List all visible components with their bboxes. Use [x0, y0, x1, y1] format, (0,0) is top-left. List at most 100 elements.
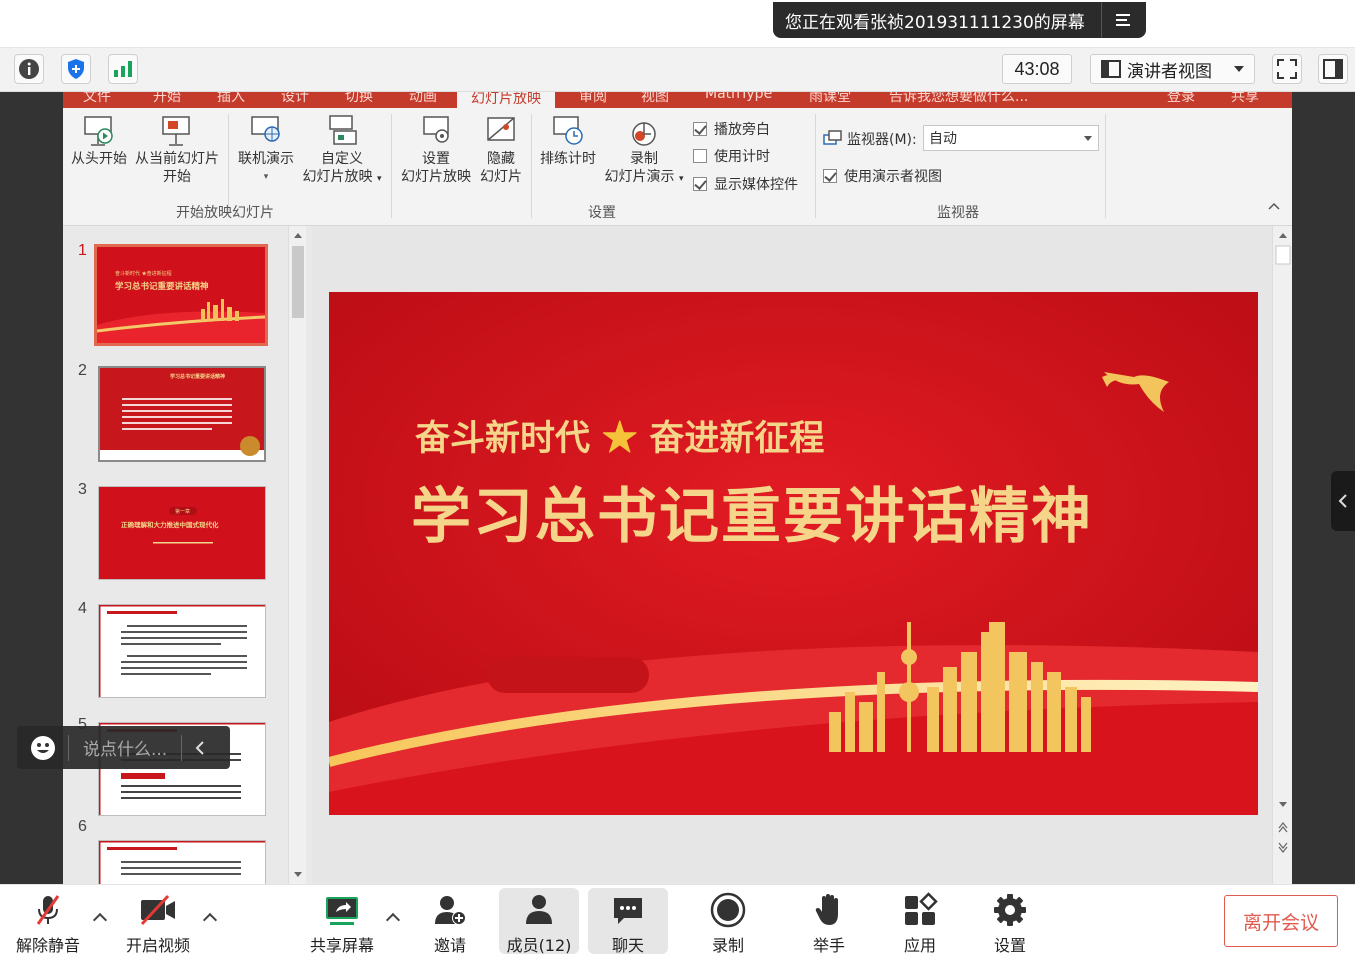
from-current-slide-button[interactable]: 从当前幻灯片 开始 — [133, 114, 221, 186]
slide-subtitle: 奋斗新时代 ★ 奋进新征程 — [415, 410, 824, 461]
custom-slideshow-button[interactable]: 自定义 幻灯片放映 ▾ — [299, 114, 385, 188]
apps-button[interactable]: 应用 — [880, 888, 960, 955]
tab-design[interactable]: 设计 — [281, 92, 309, 106]
dropdown-arrow-icon: ▾ — [678, 174, 684, 184]
checkbox-label: 使用计时 — [714, 149, 770, 165]
presenter-view-icon — [1101, 60, 1121, 78]
tab-insert[interactable]: 插入 — [217, 92, 245, 106]
chat-bubble-icon — [614, 898, 642, 924]
settings-label: 设置 — [993, 936, 1026, 955]
menu-lines-icon[interactable] — [1102, 12, 1146, 28]
group-label-monitors: 监视器 — [937, 205, 979, 221]
slide-scrollbar[interactable] — [1272, 226, 1292, 884]
group-separator — [1105, 114, 1106, 218]
ribbon-tab-bar: 文件 开始 插入 设计 切换 动画 幻灯片放映 审阅 视图 MathType 雨… — [63, 92, 1292, 108]
info-icon[interactable] — [14, 54, 44, 84]
tab-animations[interactable]: 动画 — [409, 92, 437, 106]
sign-in-link[interactable]: 登录 — [1167, 92, 1195, 106]
collapse-ribbon-icon[interactable] — [1267, 198, 1281, 212]
current-slide[interactable]: 奋斗新时代 ★ 奋进新征程 学习总书记重要讲话精神 — [329, 292, 1258, 815]
meeting-timer: 43:08 — [1002, 54, 1072, 84]
slide-thumbnail-6[interactable] — [98, 840, 266, 884]
play-narration-checkbox[interactable]: 播放旁白 — [693, 119, 770, 139]
hide-slide-button[interactable]: 隐藏 幻灯片 — [475, 114, 527, 186]
group-label-setup: 设置 — [588, 205, 616, 221]
sharing-banner: 您正在观看张祯201931111230的屏幕 — [773, 2, 1146, 38]
thumb-3-badge: 第一章 — [175, 508, 190, 515]
tab-review[interactable]: 审阅 — [579, 92, 607, 106]
leave-meeting-button[interactable]: 离开会议 — [1224, 895, 1338, 947]
use-presenter-view-checkbox[interactable]: 使用演示者视图 — [823, 166, 942, 186]
record-slideshow-button[interactable]: 录制 幻灯片演示 ▾ — [601, 114, 687, 188]
tab-view[interactable]: 视图 — [641, 92, 669, 106]
tab-home[interactable]: 开始 — [153, 92, 181, 106]
from-start-button[interactable]: 从头开始 — [69, 114, 129, 168]
share-link[interactable]: 共享 — [1231, 92, 1259, 106]
hide-label-2: 幻灯片 — [480, 169, 522, 185]
rehearse-timings-icon — [553, 116, 583, 145]
chat-input-overlay[interactable]: 说点什么... — [17, 726, 230, 769]
meeting-toolbar: 解除静音 开启视频 共享屏幕 邀请 成员(12) 聊天 录制 举手 应用 设置 … — [0, 884, 1355, 964]
group-separator — [815, 114, 816, 218]
members-button[interactable]: 成员(12) — [499, 888, 579, 955]
slide-thumbnail-1[interactable]: 奋斗新时代 ★奋进新征程 学习总书记重要讲话精神 — [94, 244, 268, 346]
chevron-left-icon[interactable] — [194, 740, 206, 756]
view-mode-label: 演讲者视图 — [1127, 61, 1212, 82]
thumbnail-scrollbar[interactable] — [288, 226, 306, 884]
monitor-select-value: 自动 — [929, 131, 957, 147]
invite-button[interactable]: 邀请 — [410, 888, 490, 955]
slide-number: 1 — [78, 242, 87, 259]
start-video-button[interactable]: 开启视频 — [118, 888, 198, 955]
chevron-up-icon[interactable] — [92, 912, 108, 928]
show-media-controls-checkbox[interactable]: 显示媒体控件 — [693, 174, 798, 194]
raise-hand-label: 举手 — [812, 936, 845, 955]
tab-rain-classroom[interactable]: 雨课堂 — [809, 92, 851, 106]
sharing-banner-text: 您正在观看张祯201931111230的屏幕 — [785, 12, 1085, 33]
setup-label-2: 幻灯片放映 — [401, 169, 471, 185]
tell-me-search[interactable]: 告诉我您想要做什么... — [889, 92, 1028, 106]
tab-mathtype[interactable]: MathType — [705, 92, 772, 102]
thumb-1-subtitle: 奋斗新时代 ★奋进新征程 — [115, 270, 172, 277]
thumb-2-graphic: 学习总书记重要讲话精神 — [100, 368, 264, 460]
slide-thumbnail-2[interactable]: 学习总书记重要讲话精神 — [98, 366, 266, 462]
from-current-label-1: 从当前幻灯片 — [135, 151, 219, 167]
fullscreen-icon[interactable] — [1272, 54, 1302, 84]
share-screen-button[interactable]: 共享屏幕 — [302, 888, 382, 955]
chat-button[interactable]: 聊天 — [588, 888, 668, 955]
tab-file[interactable]: 文件 — [83, 92, 111, 106]
start-video-label: 开启视频 — [125, 936, 190, 955]
thumb-3-graphic: 第一章 正确理解和大力推进中国式现代化 — [99, 487, 265, 579]
shield-icon[interactable] — [61, 54, 91, 84]
present-online-button[interactable]: 联机演示 ▾ — [233, 114, 299, 186]
emoji-icon[interactable] — [30, 735, 56, 761]
record-button[interactable]: 录制 — [688, 888, 768, 955]
thumb-6-graphic — [99, 841, 265, 884]
slide-thumbnail-3[interactable]: 第一章 正确理解和大力推进中国式现代化 — [98, 486, 266, 580]
signal-icon[interactable] — [108, 54, 138, 84]
collapse-panel-handle[interactable] — [1331, 471, 1355, 531]
custom-label-1: 自定义 — [321, 151, 363, 167]
tab-transitions[interactable]: 切换 — [345, 92, 373, 106]
top-banner-area: 您正在观看张祯201931111230的屏幕 — [0, 0, 1355, 48]
monitor-select[interactable]: 自动 — [923, 125, 1099, 151]
monitor-icon — [823, 130, 842, 145]
chat-input[interactable]: 说点什么... — [83, 735, 167, 760]
raise-hand-button[interactable]: 举手 — [789, 888, 869, 955]
chevron-down-icon — [1084, 136, 1092, 141]
setup-label-1: 设置 — [422, 151, 450, 167]
view-mode-select[interactable]: 演讲者视图 — [1090, 54, 1255, 84]
slide-thumbnail-4[interactable] — [98, 604, 266, 698]
side-panel-icon[interactable] — [1318, 54, 1348, 84]
slide-thumbnail-pane: 1 奋斗新时代 ★奋进新征程 学习总书记重要讲话精神 2 学习总书记重要讲话精神 — [63, 226, 308, 884]
setup-slideshow-icon — [423, 116, 449, 143]
setup-slideshow-button[interactable]: 设置 幻灯片放映 — [397, 114, 475, 186]
tab-slideshow[interactable]: 幻灯片放映 — [457, 92, 555, 108]
use-timings-checkbox[interactable]: 使用计时 — [693, 146, 770, 166]
chevron-up-icon[interactable] — [202, 912, 218, 928]
unmute-button[interactable]: 解除静音 — [8, 888, 88, 955]
chevron-up-icon[interactable] — [385, 912, 401, 928]
settings-button[interactable]: 设置 — [970, 888, 1050, 955]
add-user-icon — [435, 896, 466, 925]
slide-number: 4 — [78, 600, 87, 617]
rehearse-timings-button[interactable]: 排练计时 — [535, 114, 601, 168]
